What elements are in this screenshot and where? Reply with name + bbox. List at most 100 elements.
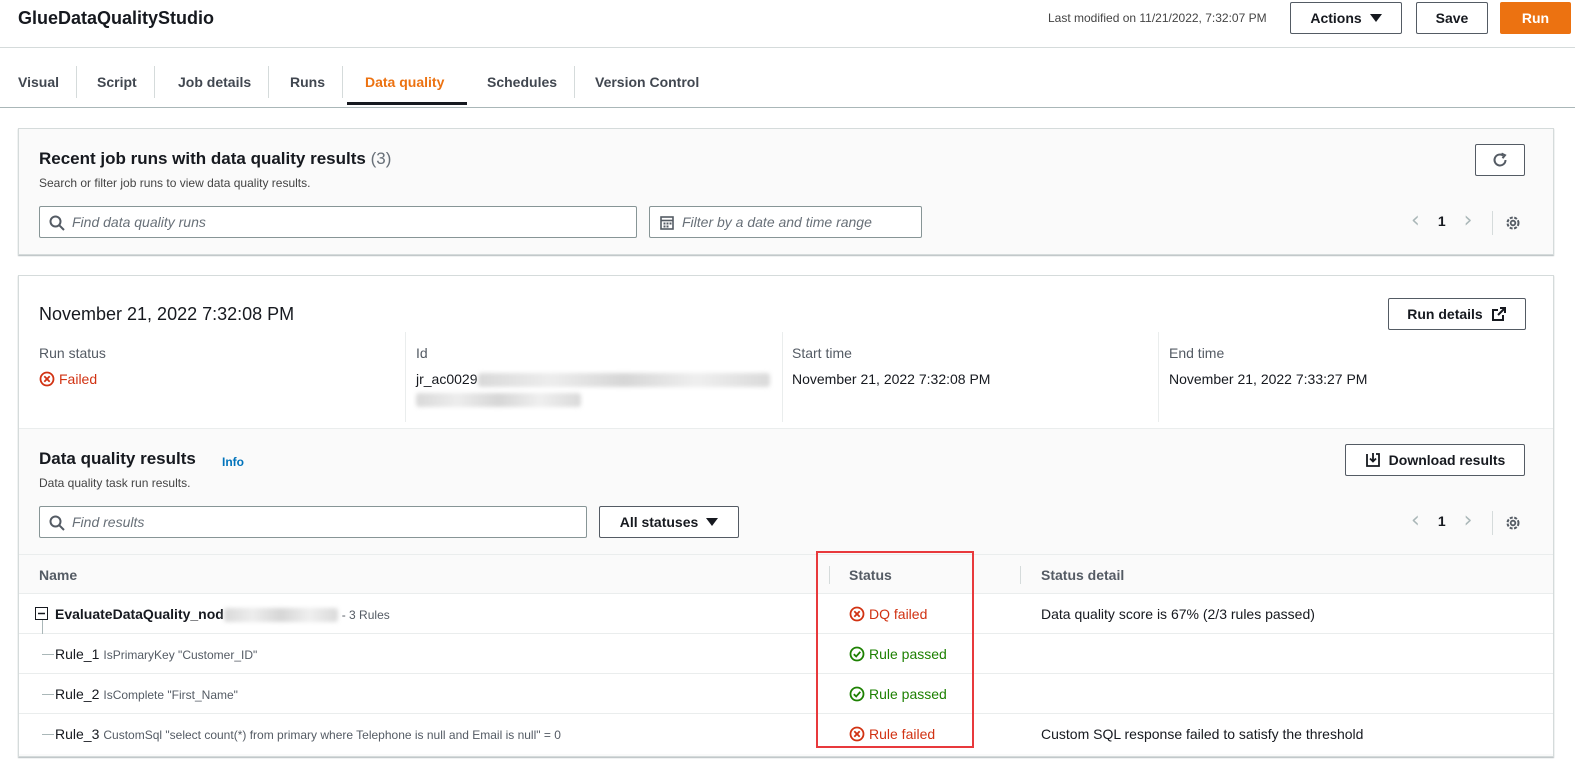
tree-connector <box>42 734 54 735</box>
status-detail-cell: Custom SQL response failed to satisfy th… <box>1041 726 1364 742</box>
table-row: EvaluateDataQuality_nod - 3 Rules DQ fai… <box>19 594 1553 634</box>
run-button[interactable]: Run <box>1500 2 1571 34</box>
tab-version-control[interactable]: Version Control <box>577 62 717 102</box>
dq-results-title: Data quality results <box>39 449 196 468</box>
next-page-icon[interactable]: › <box>1464 210 1473 232</box>
status-filter-select[interactable]: All statuses <box>599 506 739 538</box>
column-header-name[interactable]: Name <box>39 567 77 583</box>
status-highlight-box <box>816 551 974 748</box>
external-link-icon <box>1491 307 1506 321</box>
search-icon <box>49 215 65 231</box>
top-bar: GlueDataQualityStudio Last modified on 1… <box>0 0 1575 48</box>
run-date-heading: November 21, 2022 7:32:08 PM <box>39 304 295 324</box>
tree-connector <box>42 654 54 655</box>
column-header-status-detail[interactable]: Status detail <box>1041 567 1124 583</box>
gear-icon[interactable] <box>1504 214 1522 232</box>
run-id-text: jr_ac0029 <box>416 371 478 387</box>
rule-count: - 3 Rules <box>341 608 390 622</box>
last-modified-text: Last modified on 11/21/2022, 7:32:07 PM <box>1048 11 1267 25</box>
caret-down-icon <box>1369 14 1382 22</box>
find-runs-search-input[interactable]: Find data quality runs <box>39 206 637 238</box>
table-row: Rule_2 IsComplete "First_Name" Rule passe… <box>19 674 1553 714</box>
download-results-button[interactable]: Download results <box>1345 444 1525 476</box>
run-detail-panel: November 21, 2022 7:32:08 PM Run details… <box>18 275 1554 757</box>
search-icon <box>49 515 65 531</box>
rule-cell: Rule_3 CustomSql "select count(*) from pr… <box>55 726 561 742</box>
recent-runs-description: Search or filter job runs to view data q… <box>39 176 311 190</box>
run-status-value: Failed <box>39 371 97 387</box>
tree-connector <box>42 694 54 695</box>
node-name-cell: EvaluateDataQuality_nod - 3 Rules <box>55 606 390 623</box>
calendar-icon <box>660 216 674 230</box>
run-id-value: jr_ac0029 <box>416 371 770 408</box>
refresh-icon <box>1493 152 1507 167</box>
id-label: Id <box>416 345 428 361</box>
download-icon <box>1365 453 1380 467</box>
find-results-placeholder: Find results <box>72 514 145 530</box>
tab-data-quality[interactable]: Data quality <box>347 62 462 102</box>
date-range-filter[interactable]: Filter by a date and time range <box>649 206 922 238</box>
active-tab-indicator <box>347 102 467 105</box>
column-divider <box>782 332 783 422</box>
rule-name: Rule_2 <box>55 686 100 702</box>
rule-definition: IsPrimaryKey "Customer_ID" <box>103 648 258 662</box>
tab-visual[interactable]: Visual <box>0 62 77 102</box>
redacted-node-id <box>223 608 338 623</box>
start-time-value: November 21, 2022 7:32:08 PM <box>792 371 991 387</box>
rule-definition: CustomSql "select count(*) from primary … <box>103 728 561 742</box>
results-pagination: ‹ 1 › <box>1411 510 1472 532</box>
rule-name: Rule_3 <box>55 726 100 742</box>
start-time-label: Start time <box>792 345 852 361</box>
table-row: Rule_3 CustomSql "select count(*) from pr… <box>19 714 1553 754</box>
end-time-label: End time <box>1169 345 1225 361</box>
error-icon <box>39 371 55 387</box>
run-status-label: Run status <box>39 345 106 361</box>
column-divider <box>1158 332 1159 422</box>
info-link[interactable]: Info <box>222 455 244 469</box>
dq-results-description: Data quality task run results. <box>39 476 191 490</box>
runs-pagination: ‹ 1 › <box>1411 210 1472 232</box>
rule-definition: IsComplete "First_Name" <box>103 688 238 702</box>
tab-job-details[interactable]: Job details <box>160 62 270 102</box>
actions-label: Actions <box>1310 10 1362 26</box>
recent-runs-count: (3) <box>370 149 392 168</box>
table-row: Rule_1 IsPrimaryKey "Customer_ID" Rule pa… <box>19 634 1553 674</box>
recent-runs-panel: Recent job runs with data quality result… <box>18 128 1554 255</box>
recent-runs-title: Recent job runs with data quality result… <box>39 149 366 168</box>
caret-down-icon <box>706 518 719 526</box>
status-filter-value: All statuses <box>619 514 699 530</box>
prev-page-icon[interactable]: ‹ <box>1411 210 1420 232</box>
results-current-page[interactable]: 1 <box>1438 513 1446 529</box>
divider <box>1492 211 1493 235</box>
download-results-label: Download results <box>1388 452 1506 468</box>
run-details-button[interactable]: Run details <box>1388 298 1526 330</box>
rule-cell: Rule_1 IsPrimaryKey "Customer_ID" <box>55 646 257 662</box>
status-detail-cell: Data quality score is 67% (2/3 rules pas… <box>1041 606 1315 622</box>
node-name: EvaluateDataQuality_nod <box>55 606 224 622</box>
tab-script[interactable]: Script <box>79 62 155 102</box>
tab-schedules[interactable]: Schedules <box>469 62 576 102</box>
refresh-button[interactable] <box>1475 144 1525 176</box>
end-time-value: November 21, 2022 7:33:27 PM <box>1169 371 1368 387</box>
column-divider <box>405 332 406 422</box>
find-results-search-input[interactable]: Find results <box>39 506 587 538</box>
prev-page-icon[interactable]: ‹ <box>1411 510 1420 532</box>
run-status-text: Failed <box>59 371 98 387</box>
save-button[interactable]: Save <box>1416 2 1488 34</box>
next-page-icon[interactable]: › <box>1464 510 1473 532</box>
column-divider <box>1020 566 1021 584</box>
redacted-id-cont <box>416 393 581 408</box>
runs-current-page[interactable]: 1 <box>1438 213 1446 229</box>
date-filter-placeholder: Filter by a date and time range <box>682 214 872 230</box>
rule-name: Rule_1 <box>55 646 100 662</box>
recent-runs-heading: Recent job runs with data quality result… <box>39 149 391 169</box>
gear-icon[interactable] <box>1504 514 1522 532</box>
find-runs-placeholder: Find data quality runs <box>72 214 206 230</box>
actions-dropdown-button[interactable]: Actions <box>1290 2 1402 34</box>
results-table-header: Name Status Status detail <box>19 554 1553 594</box>
divider <box>1492 511 1493 535</box>
job-tabs: Visual Script Job details Runs Data qual… <box>0 58 1575 108</box>
collapse-icon[interactable] <box>35 607 48 620</box>
job-title: GlueDataQualityStudio <box>18 8 215 28</box>
tab-runs[interactable]: Runs <box>272 62 343 102</box>
